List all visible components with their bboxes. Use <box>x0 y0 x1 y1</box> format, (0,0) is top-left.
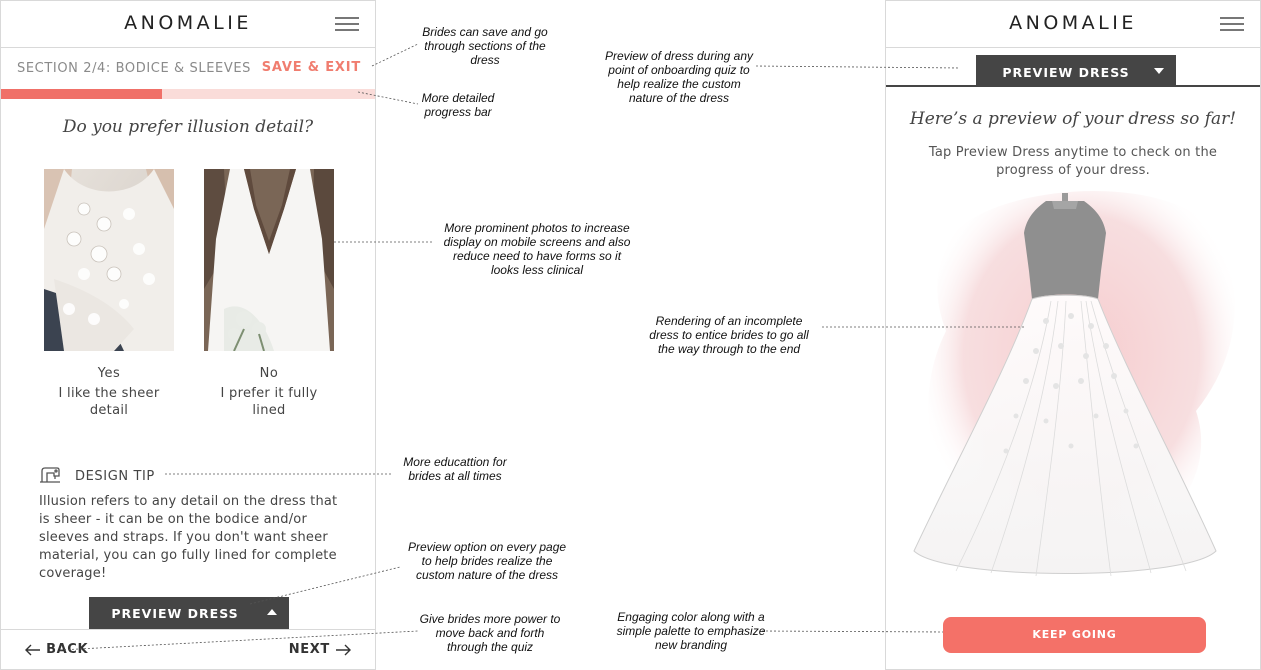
hamburger-icon[interactable] <box>1220 17 1244 32</box>
annotation-navigation: Give brides more power to move back and … <box>419 612 561 654</box>
section-title: SECTION 2/4: BODICE & SLEEVES <box>17 61 251 76</box>
back-button[interactable]: BACK <box>25 642 88 657</box>
option-no[interactable]: No I prefer it fully lined <box>204 169 334 419</box>
annotation-color-palette: Engaging color along with a simple palet… <box>616 610 766 652</box>
tab-divider <box>886 85 1260 87</box>
preview-dress-tab[interactable]: PREVIEW DRESS <box>976 55 1176 86</box>
question-title: Do you prefer illusion detail? <box>62 117 314 137</box>
hamburger-icon[interactable] <box>335 17 359 32</box>
design-tip-body: Illusion refers to any detail on the dre… <box>39 494 338 581</box>
annotation-save-exit: Brides can save and go through sections … <box>422 25 548 67</box>
progress-fill <box>1 89 162 99</box>
top-bar: ANOMALIE <box>886 1 1260 48</box>
annotation-progress-bar: More detailed progress bar <box>421 91 495 119</box>
next-button[interactable]: NEXT <box>289 642 351 657</box>
preview-subtext: Tap Preview Dress anytime to check on th… <box>928 145 1218 178</box>
annotation-education: More educattion for brides at all times <box>403 455 507 483</box>
preview-heading: Here’s a preview of your dress so far! <box>909 109 1237 129</box>
annotation-preview-dress: Preview of dress during any point of onb… <box>604 49 754 105</box>
top-bar: ANOMALIE <box>1 1 375 48</box>
annotation-incomplete-dress: Rendering of an incomplete dress to enti… <box>649 314 809 356</box>
arrow-left-icon <box>25 644 40 655</box>
progress-bar <box>1 89 375 99</box>
option-yes[interactable]: Yes I like the sheer detail <box>44 169 174 419</box>
next-label: NEXT <box>288 642 330 657</box>
annotation-preview-option: Preview option on every page to help bri… <box>407 540 567 582</box>
keep-going-button[interactable]: KEEP GOING <box>943 617 1206 653</box>
option-yes-desc: I like the sheer detail <box>58 386 160 418</box>
preview-screen: ANOMALIE PREVIEW DRESS Here’s a preview … <box>885 0 1261 670</box>
bottom-nav: BACK NEXT <box>1 629 375 669</box>
save-exit-button[interactable]: SAVE & EXIT <box>262 60 361 75</box>
brand-logo: ANOMALIE <box>124 12 252 34</box>
caret-down-icon <box>1154 68 1164 74</box>
arrow-right-icon <box>336 644 351 655</box>
preview-dress-tab-label: PREVIEW DRESS <box>1002 65 1130 80</box>
annotation-photos: More prominent photos to increase displa… <box>443 221 631 277</box>
sewing-machine-icon <box>38 465 62 485</box>
preview-dress-label: PREVIEW DRESS <box>111 606 239 621</box>
option-no-desc: I prefer it fully lined <box>220 386 318 418</box>
preview-dress-button[interactable]: PREVIEW DRESS <box>89 597 289 629</box>
sheer-lace-photo[interactable] <box>44 169 174 351</box>
design-tip-label: DESIGN TIP <box>75 469 155 484</box>
option-no-title: No <box>259 366 279 381</box>
brand-logo: ANOMALIE <box>1009 12 1137 34</box>
dress-rendering <box>886 171 1260 611</box>
back-label: BACK <box>46 642 89 657</box>
caret-up-icon <box>267 609 277 615</box>
lined-bodice-photo[interactable] <box>204 169 334 351</box>
option-yes-title: Yes <box>97 366 121 381</box>
quiz-screen: ANOMALIE SECTION 2/4: BODICE & SLEEVES S… <box>0 0 376 670</box>
